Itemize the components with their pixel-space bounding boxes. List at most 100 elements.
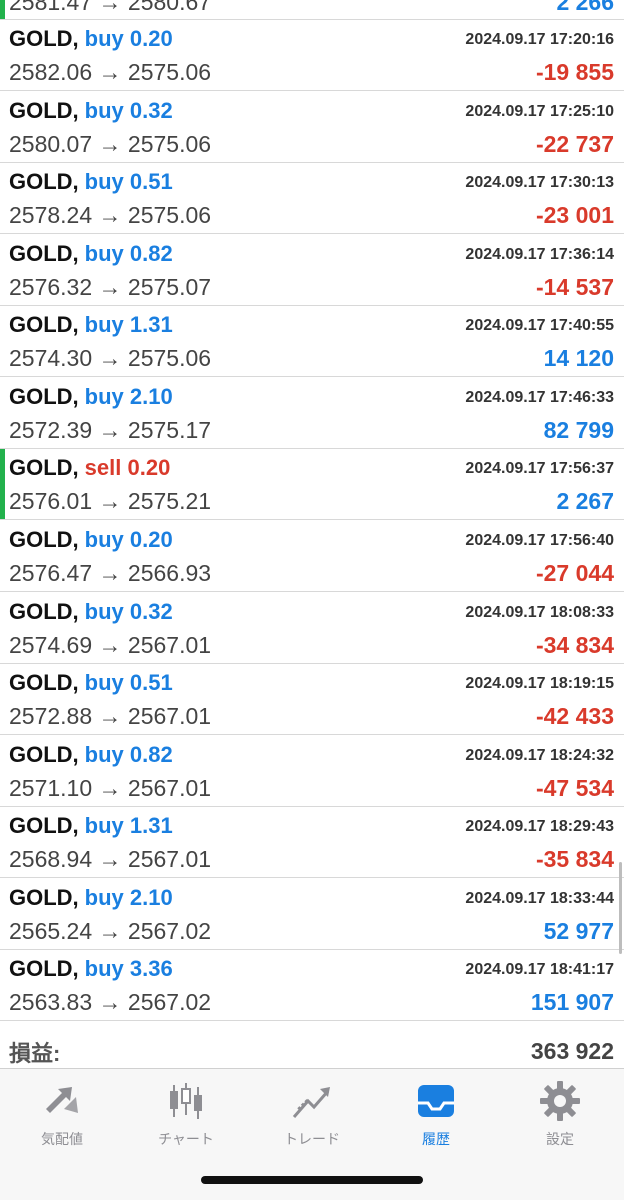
sell-marker [0,0,5,19]
trade-side: buy [84,26,124,51]
trade-side: buy [84,97,124,123]
trade-row[interactable]: GOLD, buy 3.36 2024.09.17 18:41:17 2563.83 … [0,950,624,1022]
trade-prices: 2563.83 → 2567.02 [9,989,212,1016]
trade-profit: 14 120 [543,345,614,372]
trade-side: buy [84,169,124,195]
trade-side: buy [84,670,124,696]
trade-row[interactable]: GOLD, buy 2.10 2024.09.17 18:33:44 2565.24 … [0,879,624,950]
trade-row-partial[interactable]: 2581.47 → 2580.67 2 266 [0,0,624,20]
trade-prices: 2578.24 → 2575.06 [9,202,212,229]
trade-title: GOLD, buy 3.36 [9,958,173,980]
trade-volume: 1.31 [129,312,173,338]
trade-volume: 3.36 [129,956,173,982]
trade-prices: 2568.94 → 2567.01 [9,846,212,873]
trade-volume: 0.82 [129,741,173,767]
trade-title: GOLD, buy 2.10 [9,884,173,910]
trade-title: GOLD, buy 1.31 [9,815,173,837]
trade-volume: 0.20 [129,26,173,51]
trade-prices: 2574.30 → 2575.06 [9,345,212,372]
trade-volume: 0.51 [129,670,173,696]
trade-row[interactable]: GOLD, buy 0.20 2024.09.17 17:56:40 2576.47 … [0,521,624,592]
trade-prices: 2576.47 → 2566.93 [9,559,212,586]
trade-prices: 2580.07 → 2575.06 [9,130,212,157]
trade-row[interactable]: GOLD, buy 0.51 2024.09.17 17:30:13 2578.24 … [0,163,624,235]
scroll-indicator[interactable] [619,862,622,954]
trade-title: GOLD, buy 0.32 [9,97,173,123]
trade-volume: 0.82 [129,240,173,266]
trade-symbol: GOLD, [9,956,79,982]
trade-title: GOLD, sell 0.20 [9,457,170,479]
trade-title: GOLD, buy 0.32 [9,598,173,624]
trade-side: buy [84,312,124,338]
trade-time: 2024.09.17 17:56:40 [465,531,614,549]
trade-volume: 0.20 [129,526,173,552]
trade-row[interactable]: GOLD, buy 2.10 2024.09.17 17:46:33 2572.39 … [0,378,624,449]
trade-side: buy [84,884,124,910]
tab-label: 気配値 [41,1131,83,1147]
trade-symbol: GOLD, [9,884,79,910]
trade-time: 2024.09.17 17:30:13 [465,174,614,192]
trade-side: buy [84,383,124,409]
trade-loss: -35 834 [535,846,614,873]
trade-prices: 2572.88 → 2567.01 [9,703,212,730]
tab-settings[interactable]: 設定 [510,1079,610,1149]
trade-title: GOLD, buy 0.82 [9,240,173,266]
trade-symbol: GOLD, [9,240,79,266]
tab-quotes[interactable]: 気配値 [12,1079,112,1149]
trade-profit: 2 266 [556,0,614,15]
trade-title: GOLD, buy 0.51 [9,171,173,193]
trade-row[interactable]: GOLD, buy 0.82 2024.09.17 17:36:14 2576.32 … [0,235,624,306]
tab-history[interactable]: 履歴 [386,1079,486,1149]
trade-time: 2024.09.17 17:36:14 [465,245,614,263]
trade-row[interactable]: GOLD, buy 1.31 2024.09.17 18:29:43 2568.94 … [0,807,624,879]
trade-symbol: GOLD, [9,813,79,839]
trade-time: 2024.09.17 17:56:37 [465,460,614,478]
trade-volume: 2.10 [129,383,173,409]
trade-row[interactable]: GOLD, buy 0.32 2024.09.17 18:08:33 2574.69 … [0,593,624,664]
trade-loss: -34 834 [535,631,614,658]
trade-row[interactable]: GOLD, buy 0.20 2024.09.17 17:20:16 2582.06 … [0,20,624,91]
trade-profit: 151 907 [530,989,614,1016]
history-tray-icon [418,1085,454,1117]
trade-symbol: GOLD, [9,670,79,696]
sell-marker [0,449,5,520]
trade-symbol: GOLD, [9,598,79,624]
trade-row[interactable]: GOLD, sell 0.20 2024.09.17 17:56:37 2576.01… [0,449,624,521]
trade-title: GOLD, buy 2.10 [9,383,173,409]
summary-label: 損益: [9,1041,61,1066]
trade-side: buy [84,598,124,624]
trade-row[interactable]: GOLD, buy 0.51 2024.09.17 18:19:15 2572.88 … [0,664,624,736]
trade-volume: 0.20 [127,455,171,481]
trade-loss: -23 001 [535,202,614,229]
home-indicator [201,1176,423,1184]
trade-side: buy [84,240,124,266]
trade-side: buy [84,741,124,767]
trade-title: GOLD, buy 0.20 [9,28,173,50]
tab-trade[interactable]: トレード [262,1079,362,1149]
trade-symbol: GOLD, [9,312,79,338]
trade-loss: -47 534 [535,774,614,801]
trade-volume: 0.32 [129,598,173,624]
trade-prices: 2581.47 → 2580.67 [9,0,212,15]
trade-row[interactable]: GOLD, buy 0.32 2024.09.17 17:25:10 2580.07 … [0,92,624,163]
trade-row[interactable]: GOLD, buy 1.31 2024.09.17 17:40:55 2574.30 … [0,306,624,378]
trade-loss: -42 433 [535,703,614,730]
trade-prices: 2576.32 → 2575.07 [9,273,212,300]
trade-loss: -14 537 [535,273,614,300]
trade-time: 2024.09.17 18:08:33 [465,603,614,621]
trade-volume: 0.32 [129,97,173,123]
tab-chart[interactable]: チャート [136,1079,236,1149]
trade-side: buy [84,526,124,552]
quotes-icon [46,1087,78,1113]
trade-loss: -27 044 [535,559,614,586]
trade-symbol: GOLD, [9,97,79,123]
tab-label: 設定 [546,1131,574,1147]
trade-volume: 1.31 [129,813,173,839]
trade-prices: 2565.24 → 2567.02 [9,917,212,944]
trade-time: 2024.09.17 17:40:55 [465,317,614,335]
trade-loss: -19 855 [535,59,614,85]
trade-row[interactable]: GOLD, buy 0.82 2024.09.17 18:24:32 2571.10 … [0,736,624,807]
trade-time: 2024.09.17 17:20:16 [465,31,614,48]
trade-prices: 2572.39 → 2575.17 [9,416,212,443]
trade-time: 2024.09.17 18:33:44 [465,889,614,907]
